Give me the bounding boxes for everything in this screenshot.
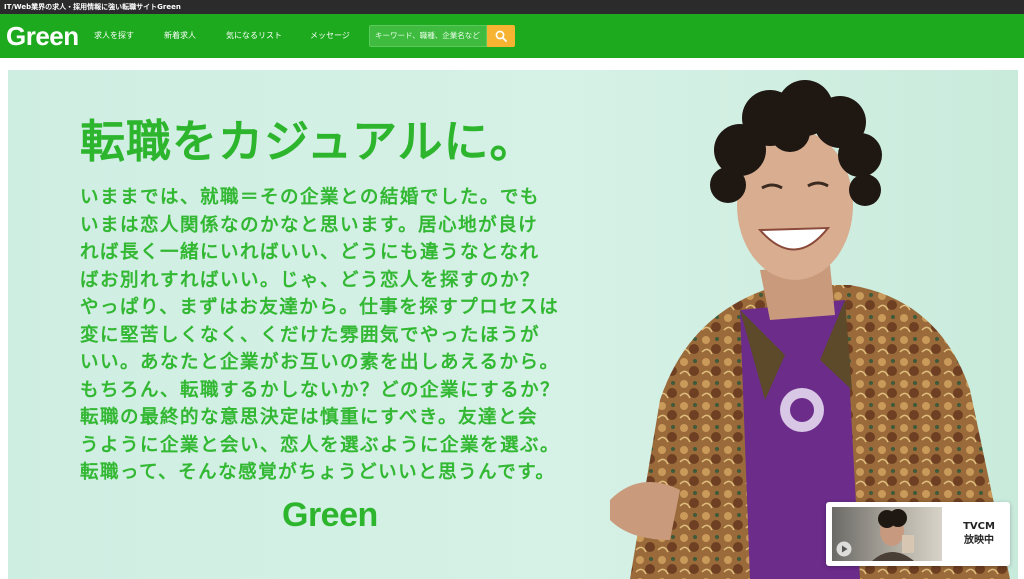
nav-item-messages[interactable]: メッセージ [310, 28, 350, 44]
tvcm-thumbnail[interactable] [832, 507, 942, 561]
hero-green-logo: Green [282, 496, 378, 534]
hero-body-line: いままでは、就職＝その企業との結婚でした。でも [80, 187, 540, 208]
site-tagline: IT/Web業界の求人・採用情報に強い転職サイトGreen [4, 3, 181, 11]
hero-body-line: やっぱり、まずはお友達から。仕事を探すプロセスは [80, 297, 560, 318]
hero-body-line: もちろん、転職するかしないか？どの企業にするか？ [80, 379, 561, 401]
play-icon[interactable] [836, 541, 852, 557]
hero-body-text: いままでは、就職＝その企業との結婚でした。でも いまは恋人関係なのかなと思います… [80, 184, 600, 487]
site-tagline-bar: IT/Web業界の求人・採用情報に強い転職サイトGreen [0, 0, 1024, 14]
hero-body-line: 転職の最終的な意思決定は慎重にすべき。友達と会 [80, 407, 538, 428]
hero-banner: 転職をカジュアルに。 いままでは、就職＝その企業との結婚でした。でも いまは恋人… [8, 70, 1018, 579]
search-button[interactable] [487, 25, 515, 47]
main-navbar: Green 求人を探す 新着求人 気になるリスト メッセージ キーワード、職種、… [0, 14, 1024, 58]
tvcm-label[interactable]: TVCM 放映中 [952, 520, 1006, 548]
hero-body-line: ばお別れすればいい。じゃ、どう恋人を探すのか？ [80, 269, 541, 291]
tvcm-label-line2: 放映中 [964, 535, 994, 546]
search-input[interactable]: キーワード、職種、企業名など [369, 25, 487, 47]
tvcm-label-line1: TVCM [963, 521, 995, 532]
hero-body-line: れば長く一緒にいればいい、どうにも違うなとなれ [80, 242, 540, 263]
nav-item-job-search[interactable]: 求人を探す [94, 28, 134, 44]
tvcm-video-card[interactable]: TVCM 放映中 [826, 502, 1010, 566]
search-icon [495, 30, 507, 42]
green-logo[interactable]: Green [6, 20, 79, 52]
hero-body-line: うように企業と会い、恋人を選ぶように企業を選ぶ。 [80, 434, 561, 456]
nav-item-favorites[interactable]: 気になるリスト [226, 28, 282, 44]
nav-item-new-jobs[interactable]: 新着求人 [164, 28, 196, 44]
hero-headline: 転職をカジュアルに。 [80, 115, 536, 168]
hero-body-line: 変に堅苦しくなく、くだけた雰囲気でやったほうが [80, 324, 541, 346]
hero-body-line: いまは恋人関係なのかなと思います。居心地が良け [80, 214, 539, 236]
hero-body-line: いい。あなたと企業がお互いの素を出しあえるから。 [80, 352, 560, 373]
hero-body-line: 転職って、そんな感覚がちょうどいいと思うんです。 [80, 462, 556, 483]
